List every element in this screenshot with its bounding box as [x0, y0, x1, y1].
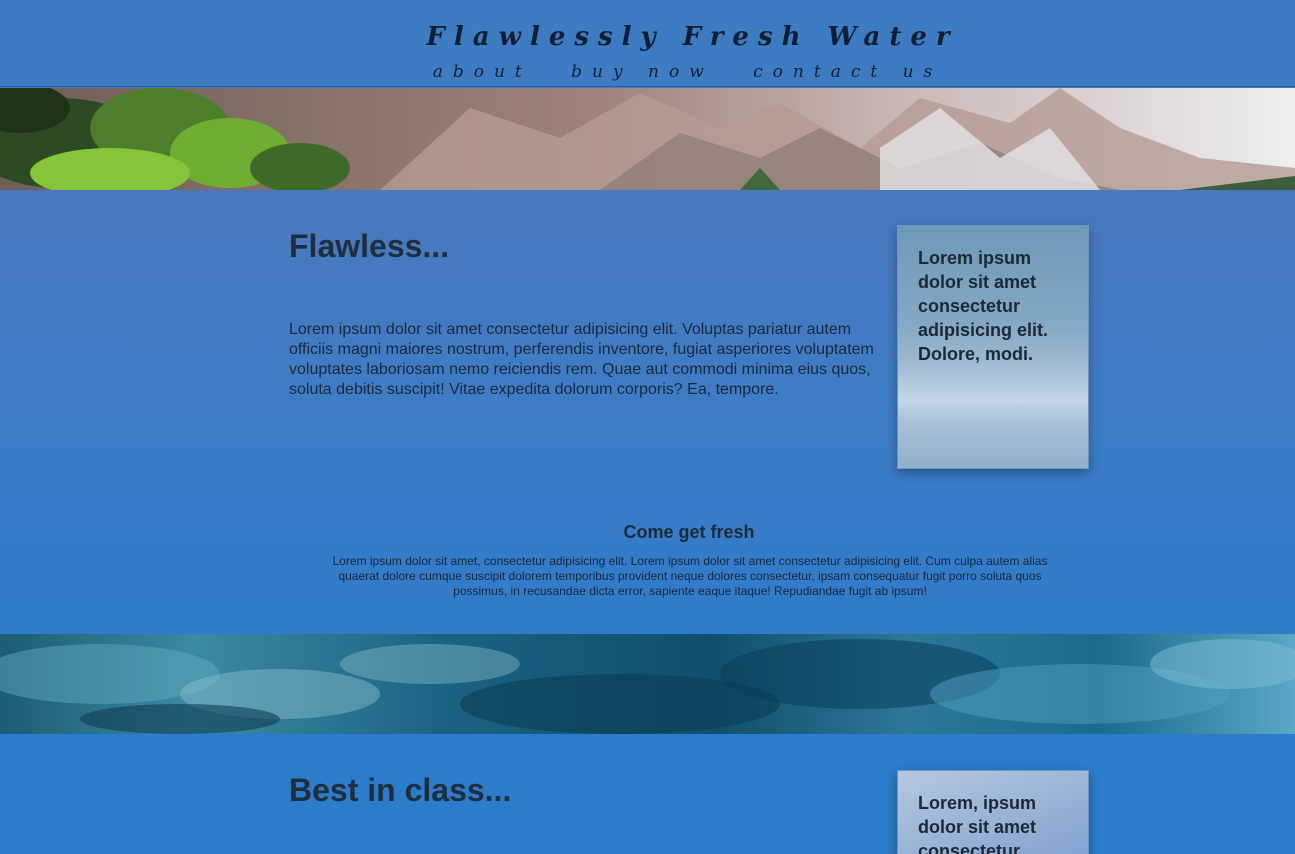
promo-heading: Come get fresh [623, 522, 755, 542]
promo-text: Lorem ipsum dolor sit amet, consectetur … [332, 554, 1048, 598]
section-best-in-class [0, 734, 1295, 854]
mountain-banner-image [0, 88, 1295, 190]
site-title: Flawlessly Fresh Water [426, 22, 959, 52]
nav-link-contact-us[interactable]: contact us [753, 62, 942, 82]
site-header: Flawlessly Fresh Water about buy now con… [0, 0, 1295, 87]
section-heading-flawless: Flawless... [289, 228, 450, 264]
feature-card-2: Lorem, ipsum dolor sit amet consectetur [897, 770, 1089, 854]
feature-card-text: Lorem ipsum dolor sit amet consectetur a… [918, 248, 1049, 364]
section-heading-best-in-class: Best in class... [289, 772, 512, 808]
mountain-illustration [0, 88, 1295, 190]
feature-card: Lorem ipsum dolor sit amet consectetur a… [897, 225, 1089, 469]
nav-link-buy-now[interactable]: buy now [571, 62, 714, 82]
section-body-flawless: Lorem ipsum dolor sit amet consectetur a… [289, 321, 874, 398]
main-nav: about buy now contact us [0, 62, 1295, 82]
feature-card-2-text: Lorem, ipsum dolor sit amet consectetur [918, 793, 1037, 854]
water-banner-image [0, 634, 1295, 734]
water-illustration [0, 639, 1295, 734]
nav-link-about[interactable]: about [433, 62, 532, 82]
